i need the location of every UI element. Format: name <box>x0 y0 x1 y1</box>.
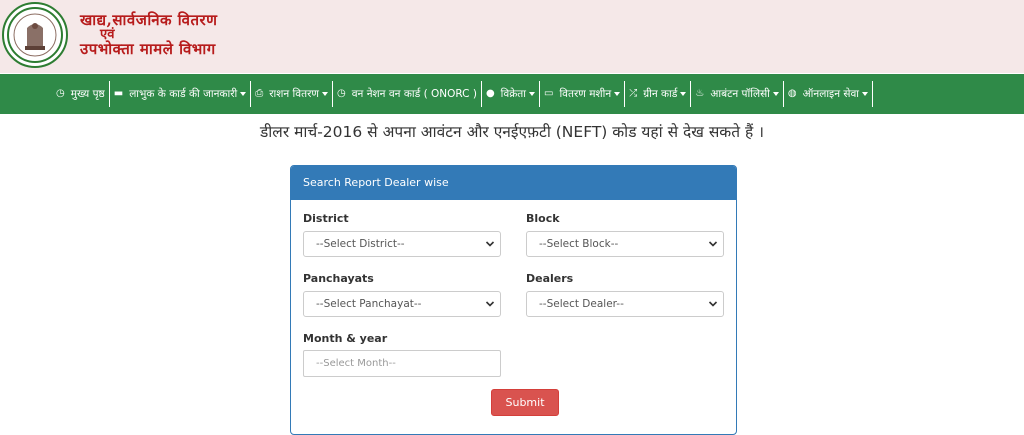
district-select-value: --Select District-- <box>316 238 405 250</box>
chevron-down-icon <box>240 92 247 96</box>
panel-title: Search Report Dealer wise <box>291 166 736 200</box>
page-headline: डीलर मार्च-2016 से अपना आवंटन और एनईएफ़ट… <box>260 123 764 141</box>
user-icon: ● <box>485 88 495 99</box>
panchayat-select-value: --Select Panchayat-- <box>316 298 422 310</box>
panchayat-select[interactable]: --Select Panchayat-- <box>303 291 501 317</box>
department-title-line3: उपभोक्ता मामले विभाग <box>80 40 216 58</box>
chevron-down-icon <box>614 92 621 96</box>
nav-item-green-card[interactable]: ⤮ ग्रीन कार्ड <box>625 81 692 107</box>
chevron-down-icon <box>708 301 718 307</box>
nav-item-online-service[interactable]: ◍ ऑनलाइन सेवा <box>784 81 874 107</box>
month-year-input[interactable]: --Select Month-- <box>303 350 501 377</box>
nav-item-label: आबंटन पॉलिसी <box>710 88 770 100</box>
main-navbar: ◷ मुख्य पृष्ठ ▬ लाभुक के कार्ड की जानकार… <box>0 74 1024 114</box>
print-icon: ⎙ <box>255 88 264 99</box>
nav-item-dealer[interactable]: ● विक्रेता <box>482 81 540 107</box>
laptop-icon: ▭ <box>544 88 554 99</box>
chevron-down-icon <box>862 92 869 96</box>
nav-item-label: राशन वितरण <box>269 88 319 100</box>
month-year-placeholder: --Select Month-- <box>316 358 396 369</box>
department-title-line1: खाद्य,सार्वजनिक वितरण <box>80 11 218 29</box>
block-select[interactable]: --Select Block-- <box>526 231 724 257</box>
site-header: खाद्य,सार्वजनिक वितरण एवं उपभोक्ता मामले… <box>0 0 1024 73</box>
clock-icon: ◷ <box>56 88 65 99</box>
globe-icon: ◍ <box>787 88 797 99</box>
nav-item-label: मुख्य पृष्ठ <box>70 88 105 100</box>
block-select-value: --Select Block-- <box>539 238 619 250</box>
dealer-label: Dealers <box>526 272 574 285</box>
state-emblem-icon[interactable] <box>2 2 68 68</box>
submit-button[interactable]: Submit <box>491 389 559 416</box>
block-label: Block <box>526 212 560 225</box>
month-year-label: Month & year <box>303 332 388 345</box>
chevron-down-icon <box>680 92 687 96</box>
chevron-down-icon <box>529 92 535 96</box>
nav-item-home[interactable]: ◷ मुख्य पृष्ठ <box>52 81 110 107</box>
chevron-down-icon <box>708 241 718 247</box>
emblem-graphic <box>7 7 63 63</box>
nav-item-label: लाभुक के कार्ड की जानकारी <box>129 88 238 100</box>
chevron-down-icon <box>772 92 779 96</box>
nav-item-label: ऑनलाइन सेवा <box>802 88 860 100</box>
chevron-down-icon <box>485 241 495 247</box>
dealer-select[interactable]: --Select Dealer-- <box>526 291 724 317</box>
district-select[interactable]: --Select District-- <box>303 231 501 257</box>
chevron-down-icon <box>485 301 495 307</box>
clock-icon: ◷ <box>336 88 346 99</box>
nav-item-ration-distribution[interactable]: ⎙ राशन वितरण <box>251 81 333 107</box>
card-icon: ▬ <box>113 88 124 99</box>
nav-item-label: ग्रीन कार्ड <box>643 88 678 100</box>
nav-item-label: विक्रेता <box>500 88 526 100</box>
dealer-select-value: --Select Dealer-- <box>539 298 624 310</box>
dealer-search-panel: Search Report Dealer wise District --Sel… <box>290 165 737 435</box>
nav-item-allotment-policy[interactable]: ♨ आबंटन पॉलिसी <box>691 81 784 107</box>
nav-item-label: वितरण मशीन <box>559 88 612 100</box>
chevron-down-icon <box>321 92 328 96</box>
department-title: खाद्य,सार्वजनिक वितरण एवं उपभोक्ता मामले… <box>80 12 218 57</box>
nav-item-beneficiary-card[interactable]: ▬ लाभुक के कार्ड की जानकारी <box>110 81 252 107</box>
district-label: District <box>303 212 349 225</box>
shuffle-icon: ⤮ <box>629 88 638 99</box>
fire-icon: ♨ <box>695 88 705 99</box>
panchayat-label: Panchayats <box>303 272 374 285</box>
nav-item-distribution-machine[interactable]: ▭ वितरण मशीन <box>540 81 626 107</box>
nav-item-onorc[interactable]: ◷ वन नेशन वन कार्ड ( ONORC ) <box>333 81 482 107</box>
nav-item-label: वन नेशन वन कार्ड ( ONORC ) <box>351 88 477 100</box>
